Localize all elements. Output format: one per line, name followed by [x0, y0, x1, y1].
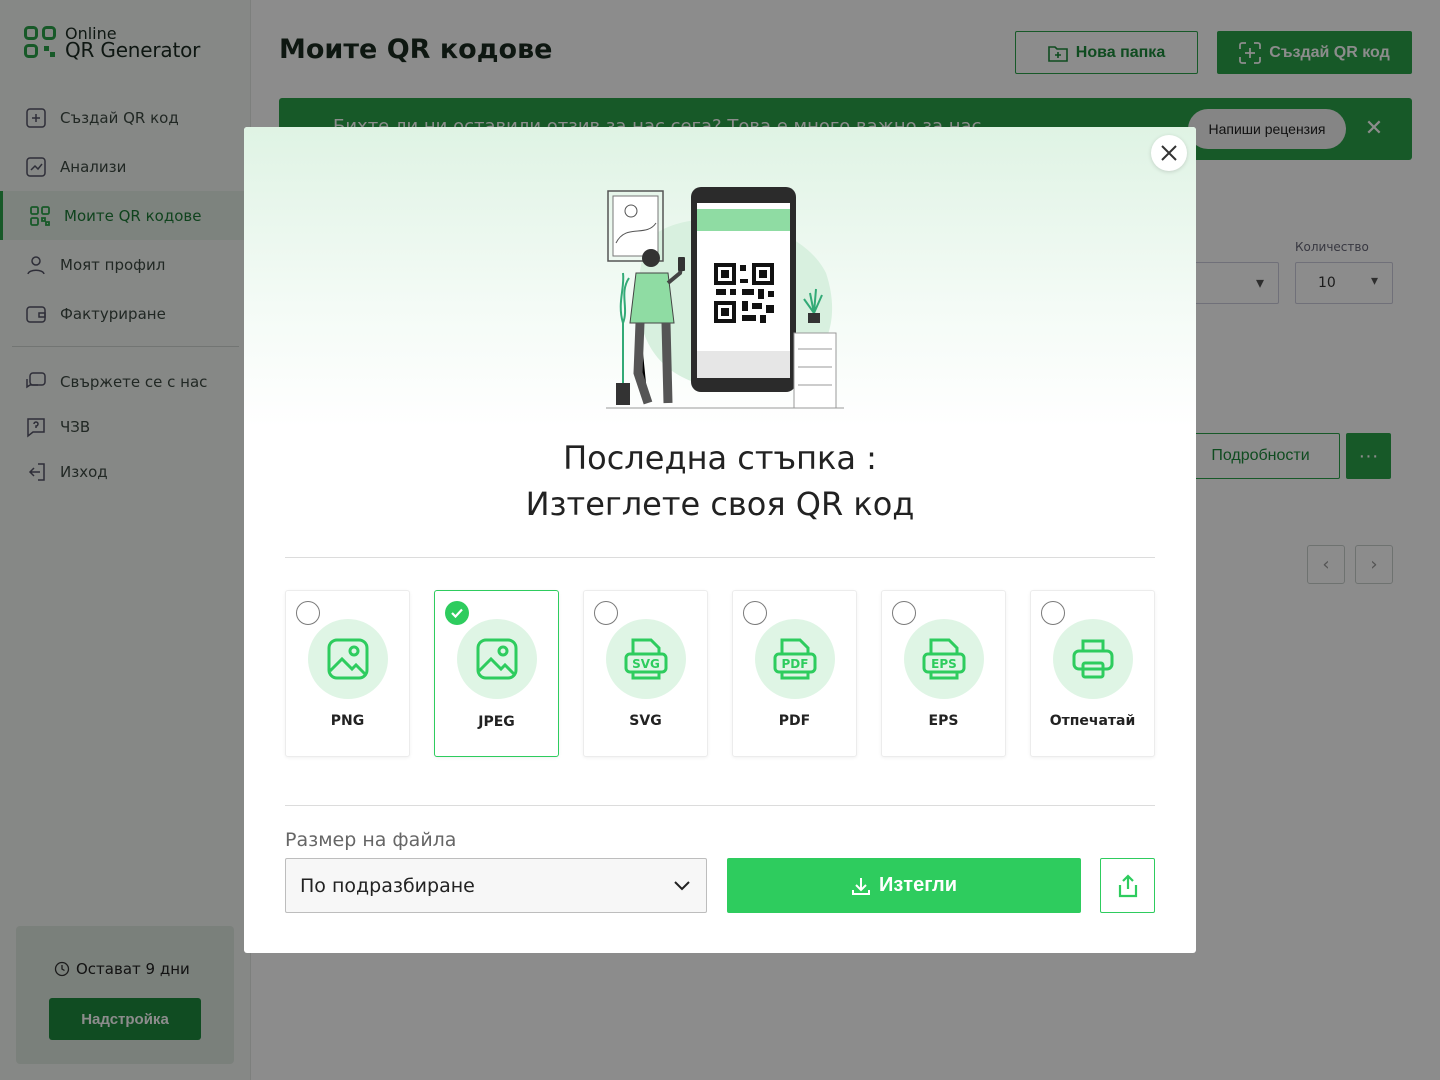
close-icon — [1161, 145, 1177, 161]
format-option-print[interactable]: Отпечатай — [1030, 590, 1155, 757]
modal-title: Последна стъпка : Изтеглете своя QR код — [244, 435, 1196, 527]
download-icon — [851, 877, 870, 895]
format-option-jpeg[interactable]: JPEG — [434, 590, 559, 757]
file-size-select[interactable]: По подразбиране — [285, 858, 707, 913]
format-options: PNG JPEG SVG SVG PDF PDF EPS EPS Отпечат… — [285, 590, 1155, 757]
format-label: PNG — [330, 713, 365, 729]
svg-text:EPS: EPS — [931, 657, 957, 671]
format-radio[interactable] — [1041, 601, 1065, 625]
modal-close-button[interactable] — [1151, 135, 1187, 171]
image-icon — [327, 638, 369, 680]
format-icon-circle: SVG — [606, 619, 686, 699]
format-radio[interactable] — [594, 601, 618, 625]
format-icon-circle — [1053, 619, 1133, 699]
chevron-down-icon — [674, 881, 690, 891]
format-icon-circle: EPS — [904, 619, 984, 699]
format-icon-circle — [457, 619, 537, 699]
image-icon — [476, 638, 518, 680]
svg-text:SVG: SVG — [632, 657, 660, 671]
eps-file-icon: EPS — [922, 638, 966, 680]
share-button[interactable] — [1100, 858, 1155, 913]
pdf-file-icon: PDF — [773, 638, 817, 680]
svg-text:PDF: PDF — [782, 657, 809, 671]
modal-title-line2: Изтеглете своя QR код — [525, 485, 915, 523]
format-option-png[interactable]: PNG — [285, 590, 410, 757]
format-option-svg[interactable]: SVG SVG — [583, 590, 708, 757]
format-option-eps[interactable]: EPS EPS — [881, 590, 1006, 757]
format-radio[interactable] — [743, 601, 767, 625]
share-icon — [1118, 873, 1137, 897]
format-label: JPEG — [478, 714, 515, 730]
format-radio[interactable] — [296, 601, 320, 625]
download-label: Изтегли — [878, 874, 958, 896]
format-icon-circle — [308, 619, 388, 699]
modal-title-line1: Последна стъпка : — [563, 439, 877, 477]
check-icon — [451, 608, 463, 619]
modal-divider-bottom — [285, 805, 1155, 806]
modal-divider-top — [285, 557, 1155, 558]
format-label: EPS — [928, 713, 959, 729]
download-modal: Последна стъпка : Изтеглете своя QR код … — [244, 127, 1196, 953]
format-label: Отпечатай — [1049, 713, 1136, 729]
printer-icon — [1072, 639, 1114, 679]
format-icon-circle: PDF — [755, 619, 835, 699]
svg-file-icon: SVG — [624, 638, 668, 680]
format-option-pdf[interactable]: PDF PDF — [732, 590, 857, 757]
format-label: SVG — [629, 713, 662, 729]
format-label: PDF — [778, 713, 811, 729]
download-button[interactable]: Изтегли — [727, 858, 1081, 913]
file-size-value: По подразбиране — [300, 875, 475, 897]
file-size-label: Размер на файла — [285, 829, 457, 851]
format-radio[interactable] — [892, 601, 916, 625]
format-radio-checked[interactable] — [445, 601, 469, 625]
phone-qr-illustration — [606, 187, 844, 409]
